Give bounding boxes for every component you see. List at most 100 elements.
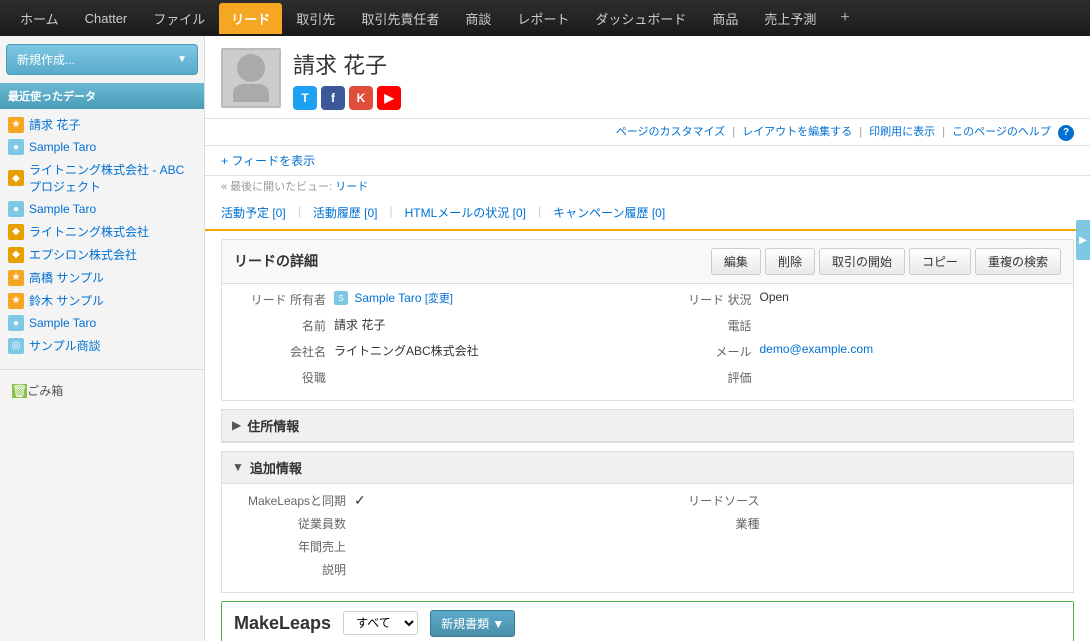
convert-button[interactable]: 取引の開始 [819, 248, 905, 275]
sidebar-item[interactable]: ★ 高橋 サンプル [0, 266, 204, 289]
industry-label: 業種 [648, 515, 768, 532]
sidebar-item-label: ライトニング株式会社 [29, 223, 149, 240]
additional-section: ▼ 追加情報 MakeLeapsと同期 ✓ 従業員数 [221, 451, 1074, 593]
industry-row: 業種 [648, 515, 1062, 532]
phone-row: 電話 [660, 316, 1062, 334]
sidebar-item[interactable]: ◎サンプル商談 [0, 334, 204, 357]
recent-items-list: ★請求 花子●Sample Taro◆ライトニング株式会社 - ABCプロジェク… [0, 109, 204, 361]
duplicate-button[interactable]: 重複の検索 [975, 248, 1061, 275]
nav-item-取引先責任者[interactable]: 取引先責任者 [349, 3, 451, 34]
change-link[interactable]: [変更] [425, 293, 453, 305]
sidebar-item[interactable]: ◆エプシロン株式会社 [0, 243, 204, 266]
copy-button[interactable]: コピー [909, 248, 971, 275]
company-label: 会社名 [234, 342, 334, 360]
section-header: リードの詳細 編集 削除 取引の開始 コピー 重複の検索 [222, 240, 1073, 284]
collapse-tab[interactable]: ▶ [1076, 220, 1090, 260]
additional-left: MakeLeapsと同期 ✓ 従業員数 年間売上 説明 [234, 492, 648, 584]
nav-item-ファイル[interactable]: ファイル [141, 3, 217, 34]
page-tools: ページのカスタマイズ | レイアウトを編集する | 印刷用に表示 | このページ… [205, 119, 1090, 146]
email-link[interactable]: demo@example.com [760, 342, 874, 356]
feed-section: フィードを表示 [205, 146, 1090, 176]
edit-layout-link[interactable]: レイアウトを編集する [742, 126, 852, 138]
delete-button[interactable]: 削除 [765, 248, 815, 275]
nav-item-売上予測[interactable]: 売上予測 [752, 3, 828, 34]
trash-link[interactable]: 🗑 ごみ箱 [8, 378, 196, 403]
nav-item-商品[interactable]: 商品 [700, 3, 750, 34]
status-label: リード 状況 [660, 290, 760, 308]
trash-label: ごみ箱 [27, 382, 63, 399]
sidebar-item[interactable]: ●Sample Taro [0, 198, 204, 220]
social-youtube-icon[interactable]: ▶ [377, 86, 401, 110]
sidebar-item-label: 高橋 サンプル [29, 269, 104, 286]
nav-item-ホーム[interactable]: ホーム [8, 3, 71, 34]
activity-tabs: 活動予定 [0] | 活動履歴 [0] | HTMLメールの状況 [0] | キ… [205, 200, 1090, 231]
company-icon: ◆ [8, 224, 24, 240]
sidebar-item-label: 鈴木 サンプル [29, 292, 104, 309]
sidebar-item[interactable]: ◆ ライトニング株式会社 [0, 220, 204, 243]
owner-value: S Sample Taro [変更] [334, 290, 636, 306]
additional-header[interactable]: ▼ 追加情報 [222, 452, 1073, 484]
detail-right-column: リード 状況 Open 電話 メール demo@example.com [648, 284, 1074, 400]
sidebar-item[interactable]: ★ 請求 花子 [0, 113, 204, 136]
title-label: 役職 [234, 368, 334, 386]
detail-left-column: リード 所有者 S Sample Taro [変更] 名前 請求 花子 会社名 [222, 284, 648, 400]
address-header[interactable]: ▶ 住所情報 [222, 410, 1073, 442]
nav-item-ダッシュボード[interactable]: ダッシュボード [583, 3, 698, 34]
additional-arrow: ▼ [232, 460, 244, 474]
nav-item-レポート[interactable]: レポート [505, 3, 581, 34]
activity-tab-3[interactable]: キャンペーン履歴 [0] [553, 204, 665, 221]
sidebar-item[interactable]: ●Sample Taro [0, 136, 204, 158]
name-row: 名前 請求 花子 [234, 316, 636, 334]
additional-right: リードソース 業種 [648, 492, 1062, 584]
social-facebook-icon[interactable]: f [321, 86, 345, 110]
new-document-button[interactable]: 新規書類 ▼ [430, 610, 515, 637]
lead-detail-section: リードの詳細 編集 削除 取引の開始 コピー 重複の検索 リード 所有者 S [221, 239, 1074, 401]
feed-link[interactable]: フィードを表示 [221, 154, 315, 168]
activity-tab-1[interactable]: 活動履歴 [0] [313, 204, 378, 221]
owner-label: リード 所有者 [234, 290, 334, 308]
top-navigation: ホームChatterファイルリード取引先取引先責任者商談レポートダッシュボード商… [0, 0, 1090, 36]
leadsource-label: リードソース [648, 492, 768, 509]
customize-link[interactable]: ページのカスタマイズ [616, 126, 725, 138]
activity-tab-2[interactable]: HTMLメールの状況 [0] [405, 204, 526, 221]
activity-tab-0[interactable]: 活動予定 [0] [221, 204, 286, 221]
edit-button[interactable]: 編集 [711, 248, 761, 275]
sidebar-item[interactable]: ●Sample Taro [0, 312, 204, 334]
lead-icon: ★ [8, 293, 24, 309]
sidebar-item[interactable]: ★ 鈴木 サンプル [0, 289, 204, 312]
sidebar-item-label: 請求 花子 [29, 116, 80, 133]
social-twitter-icon[interactable]: T [293, 86, 317, 110]
address-section: ▶ 住所情報 [221, 409, 1074, 443]
lead-icon: ★ [8, 270, 24, 286]
trash-icon: 🗑 [12, 384, 27, 398]
makeleaps-section: MakeLeaps すべて請求書見積書 新規書類 ▼ アクション書類番号案件名金… [221, 601, 1074, 641]
rating-label: 評価 [660, 368, 760, 386]
phone-label: 電話 [660, 316, 760, 334]
nav-item-取引先[interactable]: 取引先 [284, 3, 347, 34]
breadcrumb-link[interactable]: リード [335, 181, 368, 193]
name-label: 名前 [234, 316, 334, 334]
profile-header: 請求 花子 TfK▶ [205, 36, 1090, 119]
document-filter[interactable]: すべて請求書見積書 [343, 611, 418, 635]
title-row: 役職 [234, 368, 636, 386]
owner-icon: S [334, 291, 348, 305]
print-link[interactable]: 印刷用に表示 [869, 126, 935, 138]
address-arrow: ▶ [232, 418, 241, 432]
avatar [221, 48, 281, 108]
new-record-button[interactable]: 新規作成... ▼ [6, 44, 198, 75]
makeleaps-row: MakeLeapsと同期 ✓ [234, 492, 648, 509]
social-klout-icon[interactable]: K [349, 86, 373, 110]
nav-plus-button[interactable]: + [830, 3, 859, 33]
sidebar-item-label: Sample Taro [29, 316, 96, 330]
employees-label: 従業員数 [234, 515, 354, 532]
lead-icon: ★ [8, 117, 24, 133]
help-link[interactable]: このページのヘルプ [952, 126, 1051, 138]
nav-item-商談[interactable]: 商談 [453, 3, 503, 34]
sidebar-item-label: ライトニング株式会社 - ABCプロジェクト [29, 161, 196, 195]
owner-row: リード 所有者 S Sample Taro [変更] [234, 290, 636, 308]
nav-item-リード[interactable]: リード [219, 3, 282, 34]
user-icon: ● [8, 201, 24, 217]
sidebar-item[interactable]: ◆ライトニング株式会社 - ABCプロジェクト [0, 158, 204, 198]
nav-item-Chatter[interactable]: Chatter [73, 5, 140, 32]
owner-link[interactable]: Sample Taro [354, 291, 421, 305]
